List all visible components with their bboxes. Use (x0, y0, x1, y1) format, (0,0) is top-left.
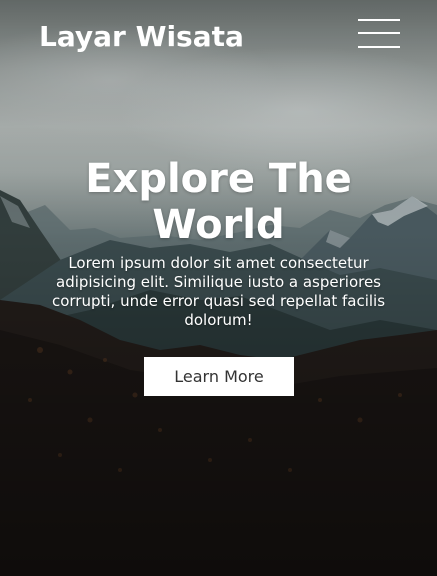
hero-content: Explore The World Lorem ipsum dolor sit … (30, 156, 407, 330)
brand-logo-text[interactable]: Layar Wisata (39, 19, 244, 55)
hero-section: Layar Wisata Explore The World Lorem ips… (0, 0, 437, 576)
menu-bar-top (358, 19, 400, 21)
menu-bar-bottom (358, 46, 400, 48)
hamburger-menu-icon[interactable] (358, 18, 400, 50)
navbar: Layar Wisata (0, 0, 437, 72)
hero-title: Explore The World (85, 156, 352, 248)
learn-more-button[interactable]: Learn More (144, 357, 294, 396)
menu-bar-middle (358, 32, 400, 34)
hero-description: Lorem ipsum dolor sit amet consectetur a… (51, 254, 386, 329)
